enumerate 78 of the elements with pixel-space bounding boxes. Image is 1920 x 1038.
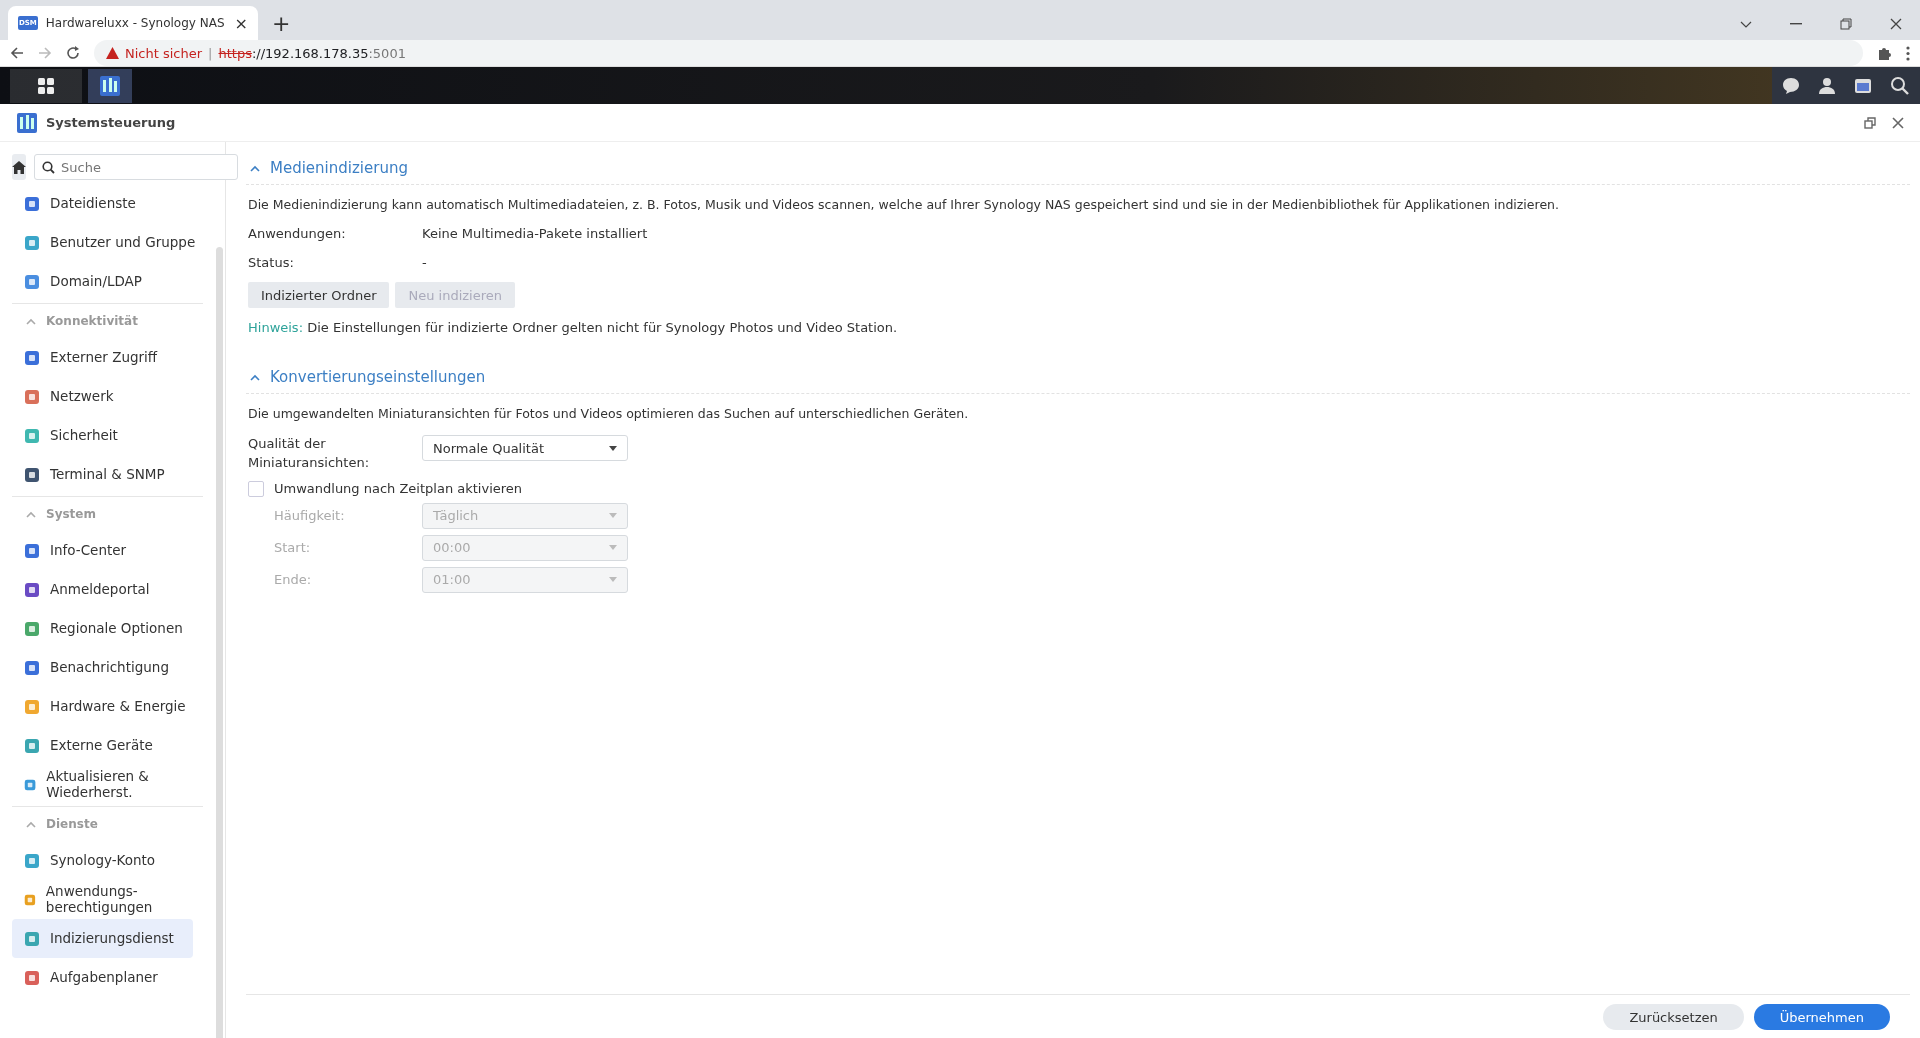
quality-dropdown[interactable]: Normale Qualität [422, 435, 628, 461]
caret-icon[interactable] [250, 164, 260, 172]
user-icon[interactable] [1818, 76, 1836, 95]
restore-icon[interactable] [1864, 116, 1876, 129]
minimize-icon[interactable] [1790, 23, 1802, 25]
note-text: Hinweis: Die Einstellungen für indizierte Ordner gelten nicht für Synology Photos und Video Station. [248, 320, 899, 335]
section-description: Die Medienindizierung kann automatisch Multimediadateien, z. B. Fotos, Musik und Videos scannen, welche auf Ihrer Synology NAS gespeichert sind und sie in der Medienbibliothek für Applikationen indizieren. [248, 197, 1560, 212]
menu-icon[interactable] [1906, 45, 1910, 61]
field-label: Anwendungen: [248, 226, 347, 241]
reset-button[interactable]: Zurücksetzen [1603, 1004, 1744, 1030]
sidebar-item[interactable]: Benutzer und Gruppe [12, 223, 203, 262]
sidebar-item[interactable]: Anmeldeportal [12, 570, 193, 609]
search-icon [42, 161, 55, 174]
field-label: Häufigkeit: [274, 508, 346, 524]
group-heading: Dienste [46, 817, 98, 831]
search-icon[interactable] [1890, 75, 1910, 96]
checkbox[interactable] [248, 480, 264, 497]
field-label: Status: [248, 255, 295, 270]
window-title: Systemsteuerung [46, 115, 176, 130]
security-label: Nicht sicher [125, 45, 203, 61]
caret-icon[interactable] [250, 373, 260, 381]
sidebar-item[interactable]: Hardware & Energie [12, 687, 193, 726]
sidebar-item[interactable]: Benachrichtigung [12, 648, 193, 687]
chevron-down-icon[interactable] [1740, 20, 1752, 28]
checkbox-label: Umwandlung nach Zeitplan aktivieren [274, 481, 523, 497]
sidebar-item[interactable]: Sicherheit [12, 416, 193, 455]
widget-icon[interactable] [1854, 76, 1872, 95]
sidebar-item[interactable]: Domain/LDAP [12, 262, 203, 301]
puzzle-icon[interactable] [1877, 45, 1892, 61]
field-value: Keine Multimedia-Pakete installiert [422, 226, 648, 241]
close-icon[interactable] [1892, 116, 1904, 129]
field-label: Ende: [274, 572, 313, 588]
grid-icon [37, 76, 55, 95]
url-text: https://192.168.178.35:5001 [218, 45, 406, 61]
apply-button[interactable]: Übernehmen [1753, 1004, 1890, 1030]
section-description: Die umgewandelten Miniaturansichten für Fotos und Videos optimieren das Suchen auf unterschiedlichen Geräten. [248, 406, 970, 421]
dropdown-arrow-icon [609, 577, 617, 583]
sidebar-item[interactable]: Dateidienste [12, 184, 203, 223]
field-value: - [422, 255, 427, 270]
group-heading: Konnektivität [46, 314, 138, 328]
scrollbar[interactable] [216, 247, 223, 1038]
control-panel-icon [99, 74, 121, 97]
chat-icon[interactable] [1782, 76, 1800, 95]
taskbar-app-button[interactable] [88, 68, 132, 103]
back-arrow-icon[interactable] [10, 46, 24, 60]
sidebar-item[interactable]: Info-Center [12, 531, 193, 570]
action-button[interactable]: Indizierter Ordner [248, 282, 390, 308]
sidebar-item[interactable]: Terminal & SNMP [12, 455, 193, 494]
field-label: Start: [274, 540, 312, 556]
dropdown-arrow-icon [609, 445, 617, 451]
address-bar[interactable]: Nicht sicher | https://192.168.178.35:5001 [94, 40, 1863, 66]
field-label: Qualität der Miniaturansichten: [248, 435, 371, 472]
sidebar-item[interactable]: Netzwerk [12, 377, 193, 416]
control-panel-icon [16, 111, 38, 134]
sidebar-item[interactable]: Anwendungs-berechtigungen [12, 880, 193, 919]
search-field[interactable]: Suche [34, 154, 238, 180]
group-heading: System [46, 507, 96, 521]
close-tab-button[interactable]: × [234, 13, 248, 33]
home-button[interactable] [12, 154, 26, 180]
section-heading: Medienindizierung [270, 159, 408, 177]
close-icon[interactable] [1890, 18, 1902, 30]
separator: | [208, 45, 213, 61]
section-heading: Konvertierungseinstellungen [270, 368, 486, 386]
sidebar-item[interactable]: Externe Geräte [12, 726, 193, 765]
main-menu-button[interactable] [10, 68, 82, 103]
reload-icon[interactable] [66, 46, 80, 60]
home-icon [12, 160, 26, 174]
dropdown-arrow-icon [609, 545, 617, 551]
sidebar-item[interactable]: Aufgabenplaner [12, 958, 193, 997]
sidebar-item[interactable]: Aktualisieren & Wiederherst. [12, 765, 193, 804]
dropdown-arrow-icon [609, 513, 617, 519]
warning-icon [106, 47, 119, 59]
sidebar-item[interactable]: Synology-Konto [12, 841, 193, 880]
restore-icon[interactable] [1840, 18, 1852, 30]
sidebar-item[interactable]: Externer Zugriff [12, 338, 193, 377]
sidebar-item[interactable]: Indizierungsdienst [12, 919, 193, 958]
new-tab-button[interactable]: + [272, 11, 291, 36]
sidebar-item[interactable]: Regionale Optionen [12, 609, 193, 648]
